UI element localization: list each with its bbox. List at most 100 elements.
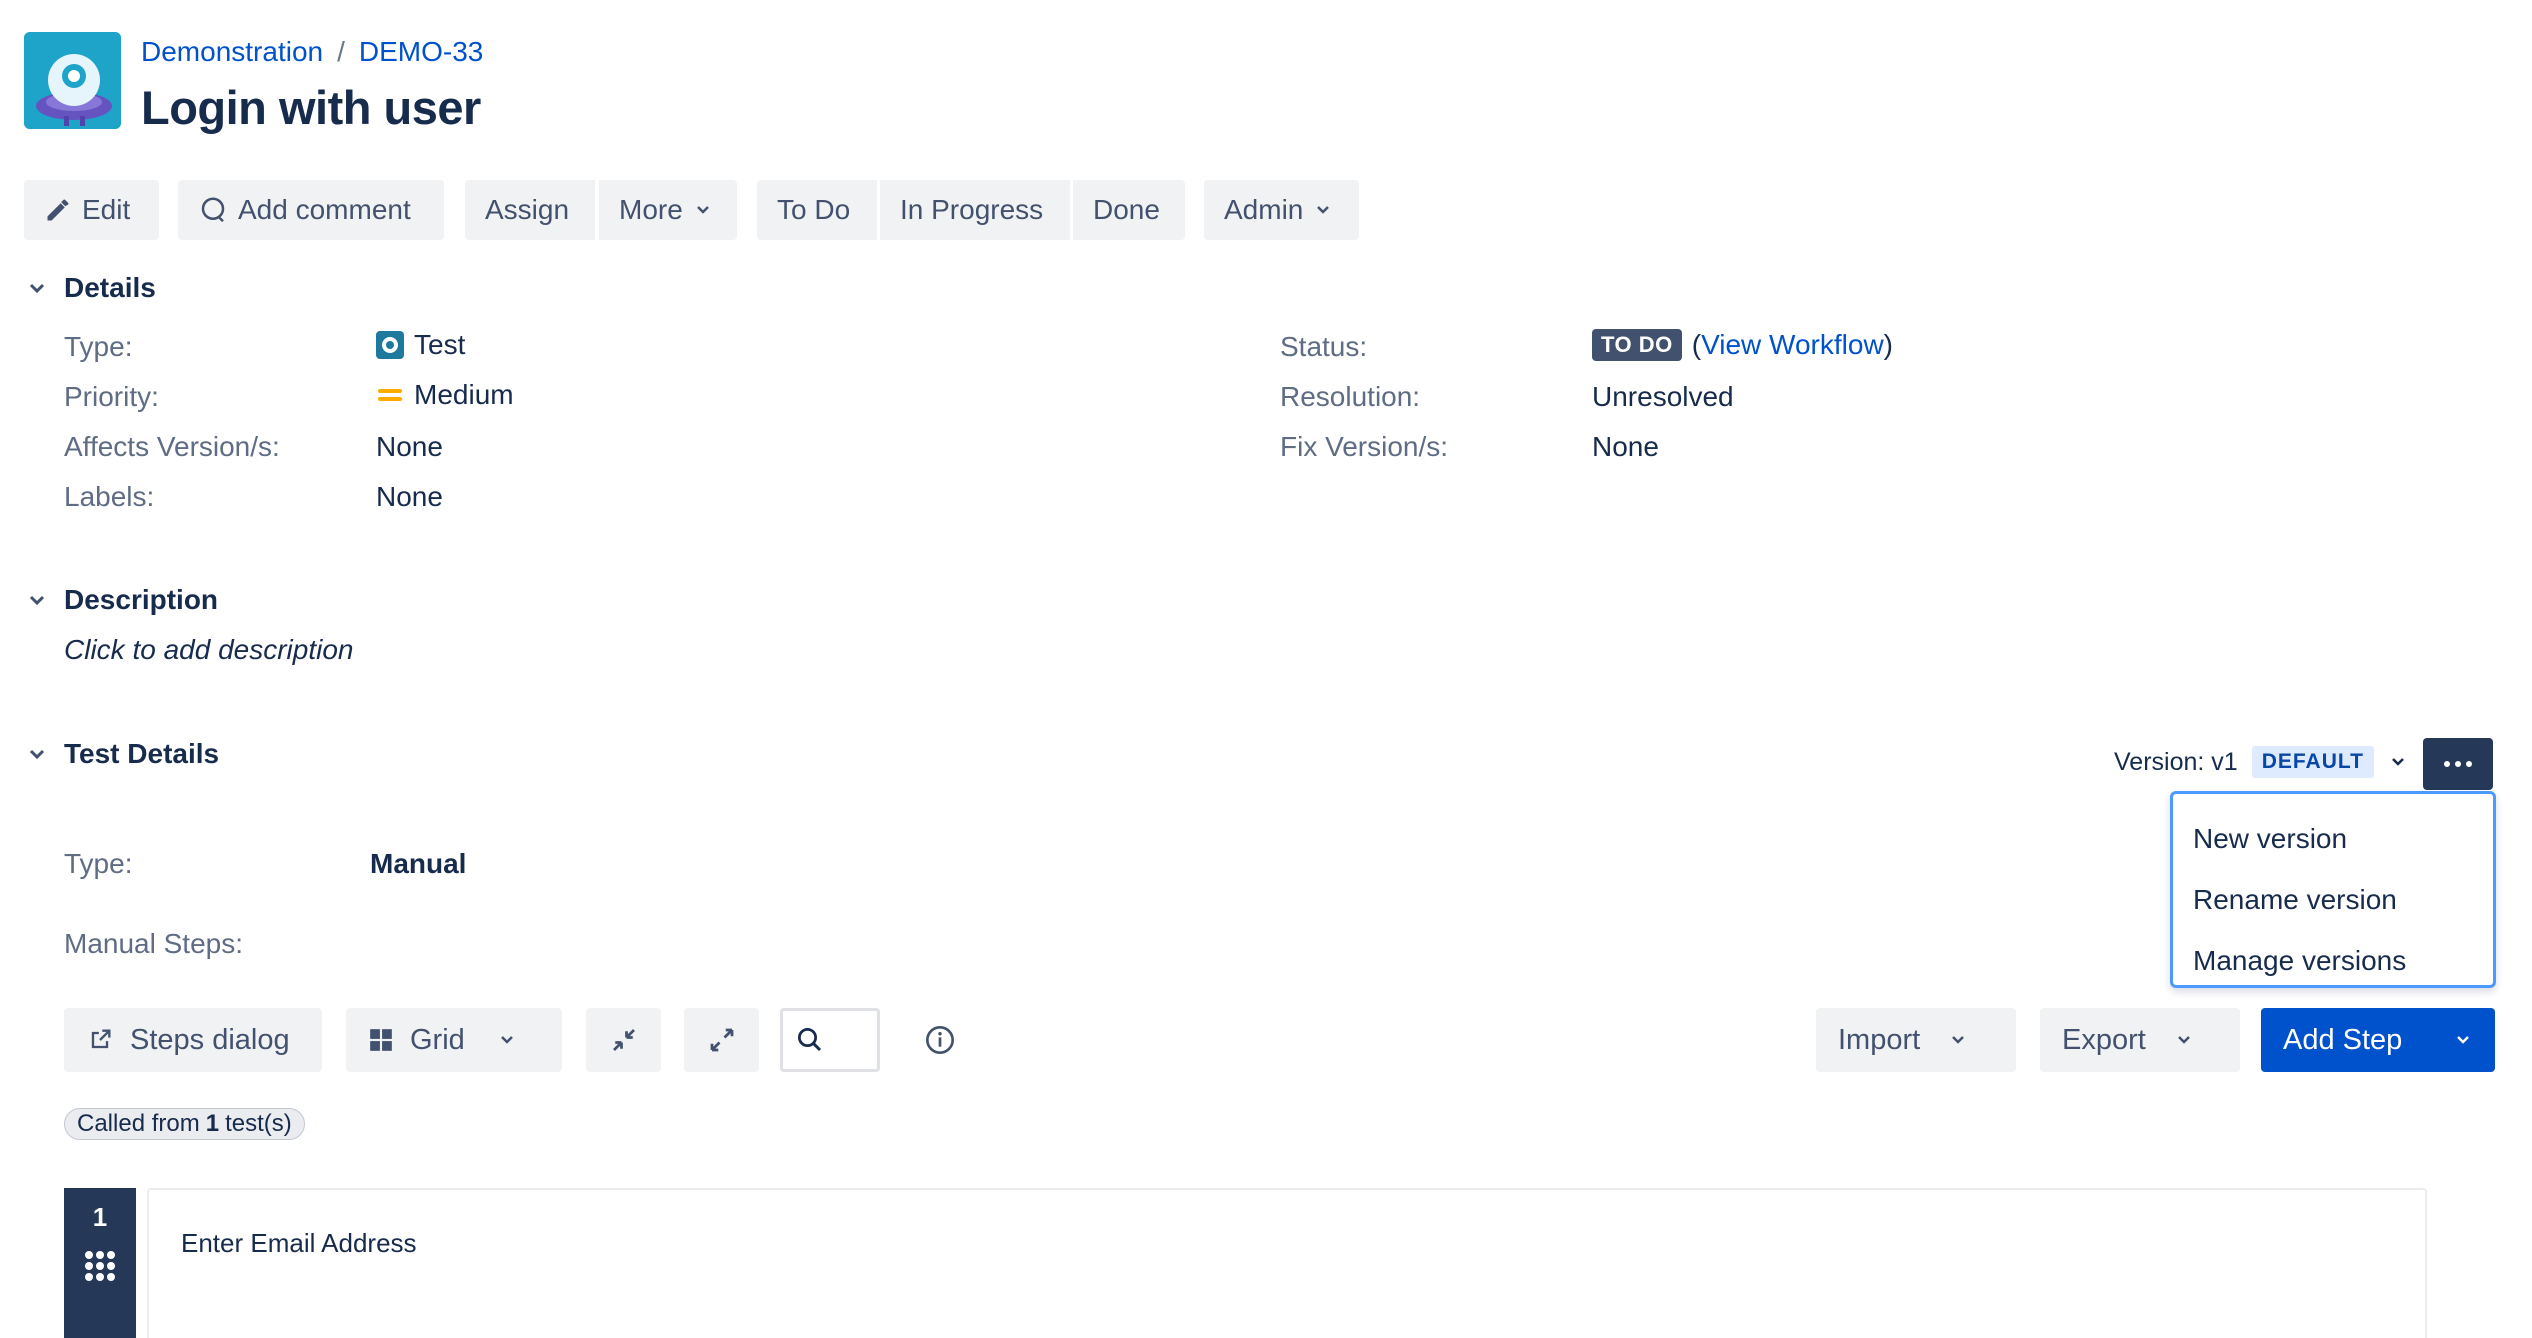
manual-steps-label: Manual Steps: [64,928,243,959]
add-comment-button[interactable]: Add comment [178,180,444,240]
type-label: Type: [64,331,133,362]
edit-button-label: Edit [82,194,131,225]
type-value: Test [376,329,465,361]
resolution-label: Resolution: [1280,381,1421,412]
description-heading: Description [64,584,219,615]
grid-icon [370,1029,392,1051]
admin-button[interactable]: Admin [1204,180,1359,240]
labels-value: None [376,481,443,512]
chevron-down-icon [1317,206,1330,214]
status-value: TO DO (View Workflow) [1592,329,1893,361]
export-button[interactable]: Export [2040,1008,2240,1072]
transition-todo-button[interactable]: To Do [757,180,877,240]
test-details-heading: Test Details [64,738,220,769]
collapse-chevron-icon [24,275,50,301]
transition-in-progress-button[interactable]: In Progress [880,180,1070,240]
pencil-icon [47,199,69,221]
paren-open: ( [1691,329,1702,360]
version-selector[interactable]: Version: v1 DEFAULT [2114,746,2408,778]
import-button[interactable]: Import [1816,1008,2016,1072]
admin-label: Admin [1224,194,1304,225]
export-label: Export [2062,1023,2146,1056]
breadcrumb-project-link[interactable]: Demonstration [141,36,323,68]
step-card[interactable]: Enter Email Address [147,1188,2427,1338]
steps-dialog-label: Steps dialog [130,1023,290,1056]
details-heading: Details [64,272,156,303]
comment-icon [201,197,225,223]
called-from-suffix: test(s) [225,1110,292,1137]
drag-handle-icon[interactable] [64,1249,136,1283]
collapse-arrows-icon [612,1029,635,1051]
called-from-prefix: Called from [77,1110,200,1137]
collapse-all-button[interactable] [586,1008,661,1072]
test-type-icon [376,331,404,359]
called-from-badge[interactable]: Called from 1 test(s) [64,1108,305,1140]
priority-label: Priority: [64,381,159,412]
version-label: Version: v1 [2114,747,2238,776]
step-number: 1 [92,1202,108,1232]
chevron-down-icon [500,1036,513,1044]
version-more-button[interactable] [2423,738,2493,790]
priority-medium-icon [378,389,402,401]
edit-button[interactable]: Edit [24,180,159,240]
todo-label: To Do [777,194,851,225]
default-badge: DEFAULT [2251,746,2374,778]
breadcrumb-issue-link[interactable]: DEMO-33 [359,36,483,68]
more-dots-icon [2444,761,2450,767]
description-placeholder[interactable]: Click to add description [64,634,353,666]
collapse-chevron-icon [24,587,50,613]
search-icon [798,1028,822,1052]
steps-dialog-button[interactable]: Steps dialog [64,1008,322,1072]
in-progress-label: In Progress [900,194,1044,225]
chevron-down-icon [1952,1036,1965,1044]
resolution-value: Unresolved [1592,381,1734,412]
test-type-value: Manual [370,848,467,879]
paren-close: ) [1883,329,1893,360]
info-icon[interactable] [924,1024,956,1061]
assign-button[interactable]: Assign [465,180,595,240]
status-label: Status: [1280,331,1368,362]
done-label: Done [1093,194,1160,225]
chevron-down-icon [2177,1036,2190,1044]
test-details-section-toggle[interactable]: Test Details [24,738,219,770]
fix-version-value: None [1592,431,1659,462]
more-actions-button[interactable]: More [599,180,737,240]
external-link-icon [91,1029,111,1049]
breadcrumb: Demonstration / DEMO-33 [141,36,483,68]
priority-value: Medium [376,379,514,411]
more-label: More [619,194,683,225]
page-title: Login with user [141,81,481,134]
test-type-label: Type: [64,848,133,879]
priority-value-text: Medium [414,379,514,410]
project-avatar[interactable] [24,32,121,129]
grid-view-button[interactable]: Grid [346,1008,562,1072]
chevron-down-icon [2392,758,2404,766]
chevron-down-icon[interactable] [2453,1030,2473,1050]
add-step-button[interactable]: Add Step [2261,1008,2495,1072]
breadcrumb-separator: / [337,36,345,67]
project-logo-icon [24,32,121,129]
import-label: Import [1838,1023,1921,1056]
called-from-count: 1 [205,1110,220,1137]
details-section-toggle[interactable]: Details [24,272,156,304]
affects-version-label: Affects Version/s: [64,431,280,462]
type-value-text: Test [414,329,466,360]
steps-search-input[interactable] [780,1008,880,1072]
menu-item-manage-versions[interactable]: Manage versions [2173,930,2493,991]
add-comment-label: Add comment [238,194,411,225]
status-lozenge: TO DO [1592,329,1682,361]
labels-label: Labels: [64,481,155,512]
version-menu: New version Rename version Manage versio… [2170,791,2496,988]
affects-version-value: None [376,431,443,462]
transition-done-button[interactable]: Done [1073,180,1185,240]
menu-item-new-version[interactable]: New version [2173,808,2493,869]
menu-item-rename-version[interactable]: Rename version [2173,869,2493,930]
description-section-toggle[interactable]: Description [24,584,218,616]
expand-arrows-icon [710,1028,733,1052]
view-workflow-link[interactable]: View Workflow [1701,329,1884,360]
collapse-chevron-icon [24,741,50,767]
expand-all-button[interactable] [684,1008,759,1072]
step-action-text[interactable]: Enter Email Address [181,1228,417,1259]
fix-version-label: Fix Version/s: [1280,431,1449,462]
step-index-column: 1 [64,1188,136,1338]
